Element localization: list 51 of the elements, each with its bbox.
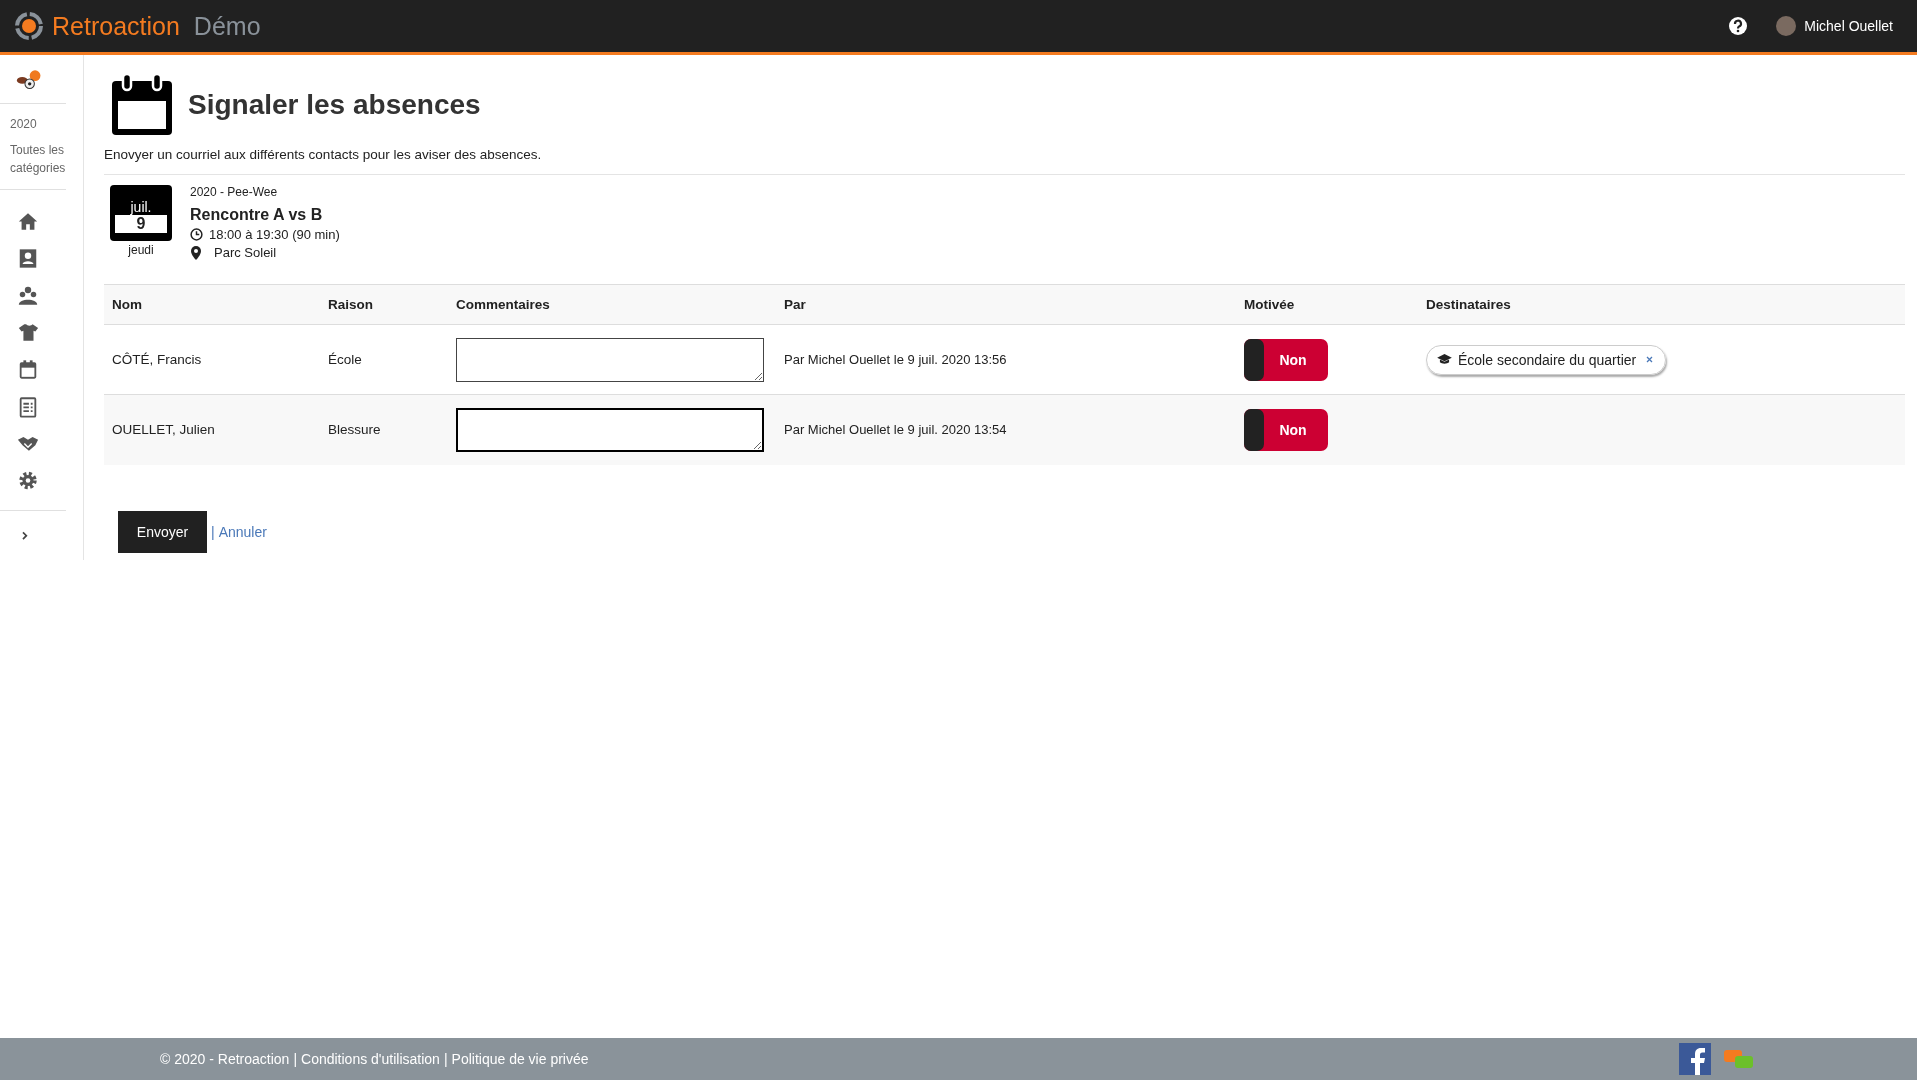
separator: | [443, 1051, 448, 1067]
toggle-switch[interactable]: Non [1244, 408, 1328, 451]
page-title: Signaler les absences [188, 89, 481, 121]
footer-link[interactable]: Conditions d'utilisation [301, 1051, 440, 1067]
event-category: 2020 - Pee-Wee [190, 185, 279, 199]
send-button[interactable]: Envoyer [118, 510, 207, 553]
map-pin-icon [190, 245, 202, 260]
comment-field[interactable] [456, 337, 764, 382]
table-cell: Blessure [320, 394, 448, 465]
table-cell: École [320, 324, 448, 395]
event-weekday: jeudi [128, 243, 154, 257]
footer-link[interactable]: Politique de vie privée [451, 1051, 589, 1067]
facebook-icon[interactable] [1679, 1043, 1711, 1075]
table-cell: Par Michel Ouellet le 9 juil. 2020 13:56 [776, 324, 1236, 395]
column-header: Raison [320, 285, 448, 325]
table-cell: OUELLET, Julien [104, 394, 320, 465]
checklist-icon[interactable] [17, 394, 39, 418]
chevron-right-icon[interactable] [20, 530, 30, 540]
graduation-cap-icon [1437, 354, 1452, 365]
table-cell: Par Michel Ouellet le 9 juil. 2020 13:54 [776, 394, 1236, 465]
column-header: Par [776, 285, 1236, 325]
event-month: juil. [130, 199, 152, 215]
event-time: 18:00 à 19:30 (90 min) [209, 227, 340, 242]
calendar-icon[interactable] [17, 357, 39, 381]
clock-icon [190, 228, 203, 241]
separator: | [293, 1051, 298, 1067]
calendar-icon [110, 73, 174, 137]
column-header: Motivée [1236, 285, 1418, 325]
event-day: 9 [115, 215, 167, 233]
contact-card-icon[interactable] [17, 246, 39, 270]
comment-field[interactable] [456, 407, 764, 452]
category-filter[interactable]: Toutes les catégories [10, 141, 70, 178]
column-header: Destinataires [1418, 285, 1905, 325]
column-header: Nom [104, 285, 320, 325]
user-name[interactable]: Michel Ouellet [1804, 18, 1893, 34]
page-description: Enovyer un courriel aux différents contacts pour les aviser des absences. [104, 147, 1905, 175]
brand-name[interactable]: Retroaction [52, 11, 180, 41]
copyright-link[interactable]: © 2020 - Retroaction [160, 1051, 290, 1067]
cancel-link[interactable]: Annuler [218, 523, 267, 540]
logo-icon [14, 11, 44, 41]
brand-subtitle: Démo [193, 11, 261, 41]
event-place: Parc Soleil [214, 245, 277, 260]
avatar[interactable] [1776, 16, 1797, 36]
column-header: Commentaires [448, 285, 776, 325]
season-year[interactable]: 2020 [10, 115, 37, 134]
event-title: Rencontre A vs B [190, 206, 324, 224]
toggle-switch[interactable]: Non [1244, 338, 1328, 381]
help-icon[interactable] [1728, 16, 1749, 36]
table-cell: CÔTÉ, Francis [104, 324, 320, 395]
separator: | [211, 523, 215, 540]
close-icon[interactable] [1646, 356, 1654, 363]
